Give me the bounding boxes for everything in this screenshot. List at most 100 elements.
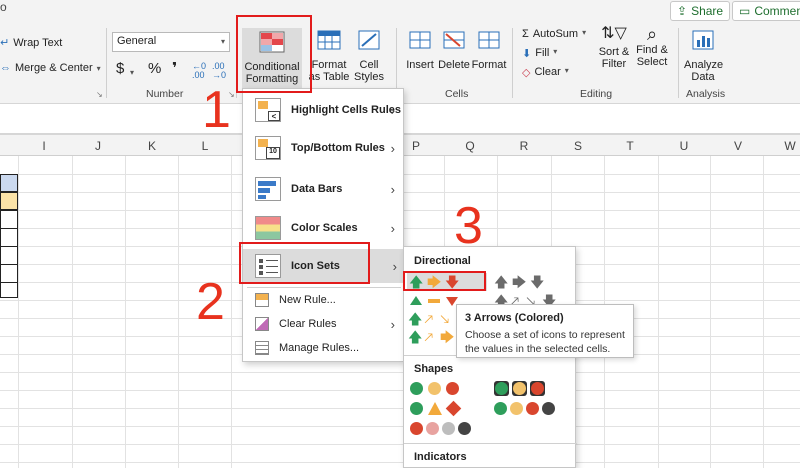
black-circle-icon: [458, 422, 471, 435]
menu-item-top-bottom-rules[interactable]: 10 Top/Bottom Rules ›: [247, 131, 401, 165]
chevron-right-icon: ›: [390, 140, 395, 156]
analyze-data-button[interactable]: Analyze Data: [684, 28, 723, 83]
comments-button[interactable]: ▭ Commen: [732, 1, 800, 21]
chevron-right-icon: ›: [392, 258, 397, 274]
column-header[interactable]: L: [195, 139, 215, 153]
percent-button[interactable]: %: [148, 60, 161, 77]
step-number-3: 3: [454, 197, 483, 255]
cell-styles-button[interactable]: Cell Styles: [352, 28, 386, 83]
format-button[interactable]: Format: [470, 28, 508, 71]
column-header[interactable]: I: [34, 139, 54, 153]
find-select-button[interactable]: ⌕ Find & Select: [634, 25, 670, 68]
red-diamond-icon: [445, 400, 462, 417]
icon-set-4-arrows-colored[interactable]: 🡅 🡕 🡖: [408, 311, 462, 327]
cell[interactable]: [0, 174, 18, 192]
section-shapes: Shapes: [414, 363, 454, 375]
column-header[interactable]: R: [514, 139, 534, 153]
yellow-circle-icon: [510, 402, 523, 415]
clear-rules-icon: [255, 317, 269, 331]
editing-group-label: Editing: [580, 88, 613, 100]
cell[interactable]: [0, 192, 18, 210]
dash-icon: [428, 299, 440, 303]
menu-item-color-scales[interactable]: Color Scales ›: [247, 211, 401, 245]
red-circle-icon: [526, 402, 539, 415]
tooltip: 3 Arrows (Colored) Choose a set of icons…: [456, 304, 634, 358]
wrap-text-button[interactable]: ↵ Wrap Text: [0, 36, 62, 50]
menu-item-manage-rules[interactable]: Manage Rules...: [247, 337, 401, 359]
chevron-down-icon[interactable]: ▾: [130, 66, 134, 78]
highlight-box-icon-sets: [239, 242, 370, 284]
chevron-down-icon: ▾: [96, 63, 101, 73]
format-as-table-button[interactable]: Format as Table: [306, 28, 352, 83]
menu-item-new-rule[interactable]: New Rule...: [247, 289, 401, 311]
table-icon: [317, 30, 341, 50]
icon-set-3-triangles[interactable]: [408, 293, 462, 309]
column-header[interactable]: W: [780, 139, 800, 153]
menu-item-highlight-cells-rules[interactable]: < Highlight Cells Rules ›: [247, 93, 401, 127]
column-header[interactable]: P: [406, 139, 426, 153]
tab-fragment: o: [0, 0, 7, 14]
increase-decimal-icon[interactable]: ←0.00: [192, 62, 206, 80]
icon-set-3-signs[interactable]: [408, 400, 468, 417]
column-header[interactable]: Q: [460, 139, 480, 153]
section-indicators: Indicators: [414, 451, 467, 463]
menu-item-clear-rules[interactable]: Clear Rules ›: [247, 313, 401, 335]
analysis-group-label: Analysis: [686, 88, 726, 100]
sigma-icon: Σ: [522, 28, 529, 40]
share-button[interactable]: ⇪ Share: [670, 1, 731, 21]
step-number-1: 1: [202, 81, 231, 139]
delete-button[interactable]: Delete: [436, 28, 472, 71]
green-circle-icon: [494, 402, 507, 415]
analyze-data-icon: [692, 30, 714, 50]
sort-filter-button[interactable]: ⇅▽ Sort & Filter: [596, 25, 632, 71]
arrow-up-icon: 🡅: [408, 329, 423, 345]
cell-styles-icon: [358, 30, 380, 50]
manage-rules-icon: [255, 341, 269, 355]
color-scales-icon: [255, 216, 281, 240]
column-header[interactable]: T: [620, 139, 640, 153]
column-header[interactable]: J: [88, 139, 108, 153]
highlight-box-conditional-formatting: [236, 15, 312, 93]
icon-set-3-traffic-lights[interactable]: [408, 381, 468, 397]
merge-center-button[interactable]: ⇔ Merge & Center ▾: [0, 62, 101, 74]
icon-set-4-traffic-lights[interactable]: [494, 401, 560, 417]
green-circle-icon: [410, 402, 423, 415]
autosum-button[interactable]: Σ AutoSum ▾: [522, 28, 586, 40]
insert-button[interactable]: Insert: [402, 28, 438, 71]
number-group-label: Number: [146, 88, 184, 100]
column-header[interactable]: U: [674, 139, 694, 153]
menu-item-data-bars[interactable]: Data Bars ›: [247, 172, 401, 206]
selected-cells[interactable]: [0, 210, 18, 298]
gray-circle-icon: [442, 422, 455, 435]
comma-button[interactable]: ❜: [172, 59, 177, 77]
highlight-box-3-arrows: [403, 271, 486, 291]
chevron-down-icon: ▾: [220, 37, 225, 46]
fill-down-icon: ⬇: [522, 48, 532, 60]
decrease-decimal-icon[interactable]: .00 →0: [212, 62, 226, 80]
column-header[interactable]: K: [142, 139, 162, 153]
clear-button[interactable]: ◇ Clear ▾: [522, 66, 569, 79]
icon-set-3-arrows-gray[interactable]: 🡅 🡆 🡇: [494, 273, 560, 291]
sort-filter-icon: ⇅▽: [601, 25, 627, 42]
red-circle-icon: [446, 382, 459, 395]
icon-set-3-traffic-lights-rimmed[interactable]: [494, 381, 554, 397]
icon-set-red-to-black[interactable]: [408, 421, 478, 437]
fill-button[interactable]: ⬇ Fill ▾: [522, 47, 557, 60]
chevron-right-icon: ›: [390, 316, 395, 332]
new-rule-icon: [255, 293, 269, 307]
yellow-circle-icon: [428, 382, 441, 395]
chevron-right-icon: ›: [390, 181, 395, 197]
pink-circle-icon: [426, 422, 439, 435]
red-circle-icon: [410, 422, 423, 435]
delete-cells-icon: [443, 31, 465, 49]
arrow-up-right-icon: 🡕: [424, 329, 434, 345]
step-number-2: 2: [196, 273, 225, 331]
column-header[interactable]: S: [568, 139, 588, 153]
icon-set-5-arrows-colored[interactable]: 🡅 🡕 🡆: [408, 329, 462, 345]
alignment-launcher-icon[interactable]: ↘: [96, 90, 103, 99]
green-circle-icon: [410, 382, 423, 395]
currency-button[interactable]: $: [116, 60, 124, 77]
black-circle-icon: [542, 402, 555, 415]
column-header[interactable]: V: [728, 139, 748, 153]
number-format-select[interactable]: General ▾: [112, 32, 230, 52]
